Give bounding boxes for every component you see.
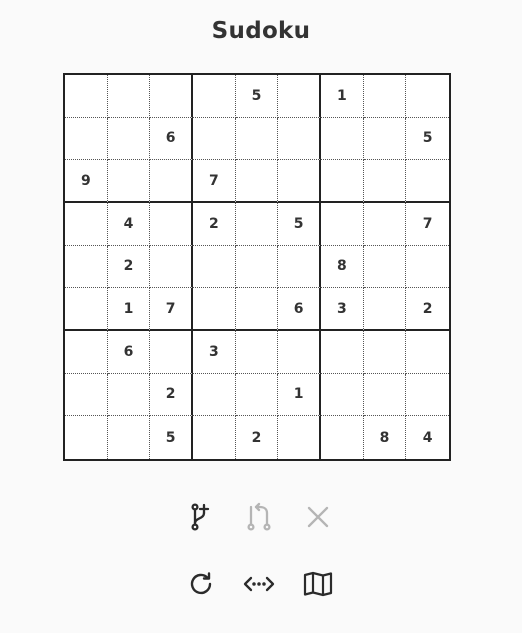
cell-r4-c9[interactable]: 7 [406, 203, 449, 246]
cell-r8-c4[interactable] [193, 373, 236, 417]
cell-r3-c5[interactable] [235, 160, 279, 203]
cell-r4-c6[interactable]: 5 [278, 203, 321, 246]
cell-r5-c9[interactable] [406, 246, 449, 289]
cell-r4-c5[interactable] [235, 203, 279, 246]
cell-r9-c1[interactable] [65, 416, 108, 459]
cell-r2-c1[interactable] [65, 117, 108, 161]
cell-r4-c3[interactable] [150, 203, 193, 246]
cell-r1-c9[interactable] [406, 75, 449, 118]
cell-r6-c9[interactable]: 2 [406, 288, 449, 331]
cell-r7-c9[interactable] [406, 331, 449, 374]
cell-r4-c2[interactable]: 4 [107, 203, 151, 246]
cell-r6-c1[interactable] [65, 288, 108, 331]
cell-r9-c4[interactable] [193, 416, 236, 459]
close-icon [307, 506, 329, 528]
cell-r3-c2[interactable] [107, 160, 151, 203]
cell-r9-c7[interactable] [321, 416, 364, 459]
cell-r3-c6[interactable] [278, 160, 321, 203]
code-arrows-icon [243, 576, 275, 592]
cell-r3-c9[interactable] [406, 160, 449, 203]
cell-r1-c4[interactable] [193, 75, 236, 118]
sudoku-board: 5165974257281763263215284 [63, 73, 451, 461]
cell-r6-c8[interactable] [363, 288, 407, 331]
cell-r2-c9[interactable]: 5 [406, 118, 449, 161]
cell-r8-c6[interactable]: 1 [278, 373, 321, 417]
cell-r9-c2[interactable] [108, 416, 151, 459]
cell-r9-c6[interactable] [278, 416, 321, 459]
cell-r5-c6[interactable] [278, 245, 321, 289]
cell-r8-c5[interactable] [235, 373, 279, 417]
cell-r6-c7[interactable]: 3 [321, 288, 364, 331]
cell-r2-c5[interactable] [235, 117, 279, 161]
cell-r2-c2[interactable] [107, 117, 151, 161]
cell-r6-c4[interactable] [193, 288, 236, 331]
cell-r5-c2[interactable]: 2 [107, 245, 151, 289]
cell-r3-c4[interactable]: 7 [193, 160, 236, 203]
revert-branch-button[interactable] [243, 501, 275, 533]
cell-r7-c8[interactable] [363, 331, 407, 374]
cell-r9-c8[interactable]: 8 [364, 416, 407, 459]
map-icon [303, 571, 333, 597]
cell-r1-c6[interactable] [278, 75, 321, 118]
cell-r5-c7[interactable]: 8 [321, 245, 364, 289]
cell-r1-c1[interactable] [65, 75, 108, 118]
cell-r9-c3[interactable]: 5 [150, 416, 193, 459]
cell-r5-c8[interactable] [363, 245, 407, 289]
cell-r1-c2[interactable] [107, 75, 151, 118]
cell-r6-c3[interactable]: 7 [150, 288, 193, 331]
cell-r7-c6[interactable] [278, 331, 321, 374]
cell-r6-c5[interactable] [235, 288, 279, 331]
code-arrows-button[interactable] [243, 568, 275, 600]
cell-r9-c5[interactable]: 2 [236, 416, 279, 459]
branch-add-icon [191, 503, 210, 531]
cell-r3-c8[interactable] [363, 160, 407, 203]
refresh-icon [190, 572, 212, 595]
cell-r4-c7[interactable] [321, 203, 364, 246]
cell-r8-c3[interactable]: 2 [150, 373, 193, 417]
cell-r7-c2[interactable]: 6 [107, 331, 151, 374]
cell-r8-c9[interactable] [406, 374, 449, 417]
close-button[interactable] [302, 501, 334, 533]
cell-r1-c3[interactable] [150, 75, 193, 118]
refresh-button[interactable] [185, 568, 217, 600]
cell-r1-c7[interactable]: 1 [321, 75, 364, 118]
cell-r1-c8[interactable] [363, 75, 407, 118]
page-title: Sudoku [211, 18, 311, 44]
branch-add-button[interactable] [185, 501, 217, 533]
cell-r2-c3[interactable]: 6 [150, 117, 193, 161]
cell-r8-c2[interactable] [107, 373, 151, 417]
cell-r4-c4[interactable]: 2 [193, 203, 236, 246]
cell-r2-c6[interactable] [278, 117, 321, 161]
cell-r2-c4[interactable] [193, 117, 236, 161]
cell-r3-c3[interactable] [150, 160, 193, 203]
cell-r3-c1[interactable]: 9 [65, 160, 108, 203]
cell-r8-c8[interactable] [363, 373, 407, 417]
cell-r6-c2[interactable]: 1 [107, 288, 151, 331]
cell-r8-c1[interactable] [65, 373, 108, 417]
cell-r7-c4[interactable]: 3 [193, 331, 236, 374]
cell-r3-c7[interactable] [321, 160, 364, 203]
map-button[interactable] [302, 568, 334, 600]
cell-r2-c7[interactable] [321, 117, 364, 161]
cell-r1-c5[interactable]: 5 [235, 75, 279, 118]
cell-r9-c9[interactable]: 4 [406, 416, 449, 459]
cell-r4-c8[interactable] [363, 203, 407, 246]
cell-r5-c1[interactable] [65, 245, 108, 289]
cell-r7-c1[interactable] [65, 331, 108, 374]
cell-r5-c5[interactable] [235, 245, 279, 289]
cell-r5-c4[interactable] [193, 245, 236, 289]
cell-r6-c6[interactable]: 6 [278, 288, 321, 331]
cell-r5-c3[interactable] [150, 245, 193, 289]
cell-r2-c8[interactable] [363, 117, 407, 161]
cell-r4-c1[interactable] [65, 203, 108, 246]
cell-r7-c3[interactable] [150, 331, 193, 374]
revert-branch-icon [247, 502, 271, 531]
cell-r7-c7[interactable] [321, 331, 364, 374]
cell-r7-c5[interactable] [235, 331, 279, 374]
cell-r8-c7[interactable] [321, 373, 364, 417]
